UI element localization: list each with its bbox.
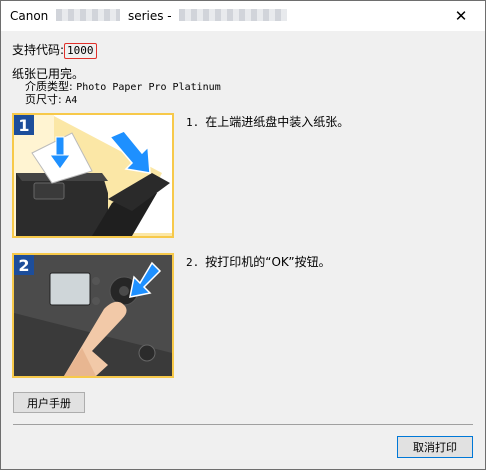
step-2-illustration: 2 [12, 253, 174, 378]
step-2-badge: 2 [18, 256, 29, 275]
printer-load-paper-illustration: 1 [12, 113, 174, 238]
step-1-number: 1. [186, 116, 200, 129]
title-series: series - [127, 9, 172, 23]
close-icon: ✕ [454, 7, 468, 25]
printer-ok-button-illustration: 2 [12, 253, 174, 378]
close-button[interactable]: ✕ [441, 2, 481, 30]
error-dialog: Canon series - ✕ 支持代码: 1000 纸张已用完。 介质类型: … [0, 0, 486, 470]
title-brand: Canon [10, 9, 49, 23]
step-2-number: 2. [186, 256, 200, 269]
window-title: Canon series - [10, 9, 288, 23]
redacted-printer-name [179, 9, 288, 21]
user-manual-button[interactable]: 用户手册 [13, 392, 85, 413]
step-2-text: 按打印机的“OK”按钮。 [205, 255, 331, 269]
media-type-label: 介质类型: [25, 80, 73, 93]
support-code-value: 1000 [64, 43, 97, 59]
divider [13, 424, 473, 425]
redacted-model-name [56, 9, 121, 21]
dialog-content: 支持代码: 1000 纸张已用完。 介质类型: Photo Paper Pro P… [1, 31, 485, 469]
page-size-label: 页尺寸: [25, 93, 62, 106]
step-1-badge: 1 [18, 116, 29, 135]
step-2-instruction: 2. 按打印机的“OK”按钮。 [186, 253, 331, 270]
support-code-row: 支持代码: 1000 [12, 41, 97, 59]
support-code-label: 支持代码: [12, 43, 65, 57]
title-bar: Canon series - ✕ [1, 1, 485, 31]
step-1-text: 在上端进纸盘中装入纸张。 [205, 115, 350, 129]
cancel-print-button[interactable]: 取消打印 [397, 436, 473, 458]
step-1-illustration: 1 [12, 113, 174, 238]
page-size-value: A4 [65, 95, 78, 106]
media-type-value: Photo Paper Pro Platinum [76, 82, 221, 93]
media-details: 介质类型: Photo Paper Pro Platinum 页尺寸: A4 [25, 81, 221, 107]
step-1-instruction: 1. 在上端进纸盘中装入纸张。 [186, 113, 349, 130]
page-size-row: 页尺寸: A4 [25, 94, 221, 107]
